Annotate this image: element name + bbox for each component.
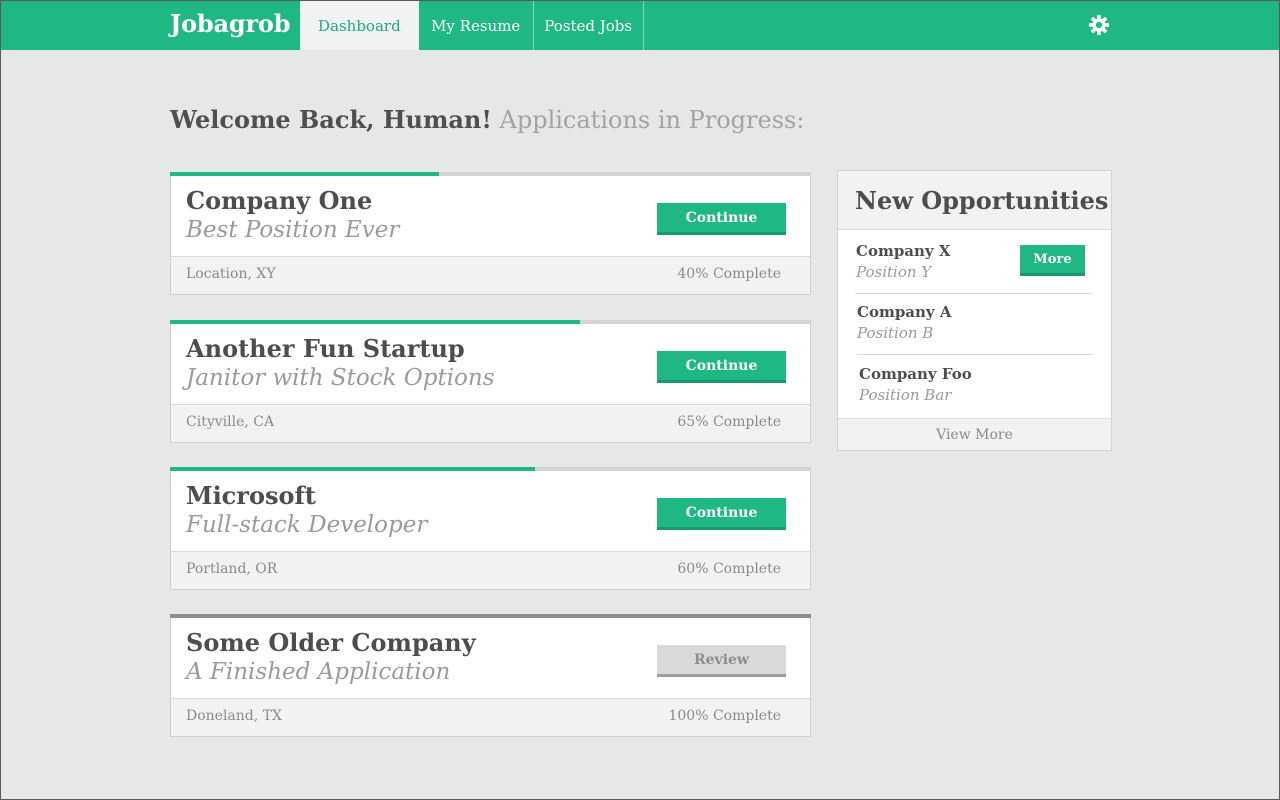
- opportunity-company: Company Foo: [859, 365, 972, 383]
- divider: [855, 293, 1091, 294]
- more-button[interactable]: More: [1020, 245, 1085, 276]
- divider: [857, 354, 1093, 355]
- tab-posted-jobs[interactable]: Posted Jobs: [534, 1, 644, 50]
- position-title: Janitor with Stock Options: [186, 365, 495, 391]
- progress-text: 100% Complete: [668, 708, 781, 724]
- new-opportunities-panel: New Opportunities Company X Position Y M…: [837, 170, 1112, 451]
- progress-bar: [170, 467, 811, 471]
- progress-bar: [170, 172, 811, 176]
- opportunity-position: Position B: [857, 324, 934, 342]
- company-name: Some Older Company: [186, 628, 476, 657]
- location-text: Portland, OR: [186, 561, 278, 577]
- tab-my-resume[interactable]: My Resume: [419, 1, 534, 50]
- main-nav: Dashboard My Resume Posted Jobs: [300, 1, 644, 50]
- location-text: Cityville, CA: [186, 414, 275, 430]
- card-footer: Location, XY 40% Complete: [171, 256, 810, 294]
- company-name: Another Fun Startup: [186, 334, 465, 363]
- opportunity-item[interactable]: Company A Position B: [857, 303, 1097, 342]
- continue-button[interactable]: Continue: [657, 203, 786, 235]
- continue-button[interactable]: Continue: [657, 351, 786, 383]
- progress-text: 40% Complete: [677, 266, 781, 282]
- progress-bar-fill: [170, 320, 581, 324]
- top-nav-bar: Jobagrob Dashboard My Resume Posted Jobs: [1, 1, 1279, 50]
- progress-bar: [170, 614, 811, 618]
- progress-text: 60% Complete: [677, 561, 781, 577]
- card-footer: Cityville, CA 65% Complete: [171, 404, 810, 442]
- panel-title: New Opportunities: [855, 186, 1109, 215]
- gear-icon[interactable]: [1088, 14, 1110, 36]
- location-text: Location, XY: [186, 266, 276, 282]
- position-title: A Finished Application: [186, 659, 451, 685]
- brand-logo[interactable]: Jobagrob: [170, 9, 291, 38]
- section-subtitle: Applications in Progress:: [499, 106, 805, 134]
- greeting-text: Welcome Back, Human!: [170, 105, 492, 134]
- review-button[interactable]: Review: [657, 645, 786, 677]
- card-footer: Doneland, TX 100% Complete: [171, 698, 810, 736]
- opportunity-company: Company A: [857, 303, 952, 321]
- progress-text: 65% Complete: [677, 414, 781, 430]
- application-card: Microsoft Full-stack Developer Continue …: [170, 467, 811, 590]
- position-title: Full-stack Developer: [186, 512, 428, 538]
- company-name: Company One: [186, 186, 373, 215]
- application-card: Another Fun Startup Janitor with Stock O…: [170, 320, 811, 443]
- opportunity-item[interactable]: Company Foo Position Bar: [859, 365, 1099, 404]
- continue-button[interactable]: Continue: [657, 498, 786, 530]
- progress-bar-fill: [170, 172, 440, 176]
- page-title: Welcome Back, Human! Applications in Pro…: [170, 105, 804, 134]
- progress-bar-fill: [170, 467, 536, 471]
- application-card: Company One Best Position Ever Continue …: [170, 172, 811, 295]
- company-name: Microsoft: [186, 481, 316, 510]
- opportunity-position: Position Bar: [859, 386, 952, 404]
- tab-dashboard[interactable]: Dashboard: [300, 1, 419, 50]
- progress-bar: [170, 320, 811, 324]
- application-card-finished: Some Older Company A Finished Applicatio…: [170, 614, 811, 737]
- location-text: Doneland, TX: [186, 708, 282, 724]
- view-more-link[interactable]: View More: [838, 418, 1111, 450]
- position-title: Best Position Ever: [186, 217, 400, 243]
- card-footer: Portland, OR 60% Complete: [171, 551, 810, 589]
- panel-header: New Opportunities: [838, 171, 1111, 230]
